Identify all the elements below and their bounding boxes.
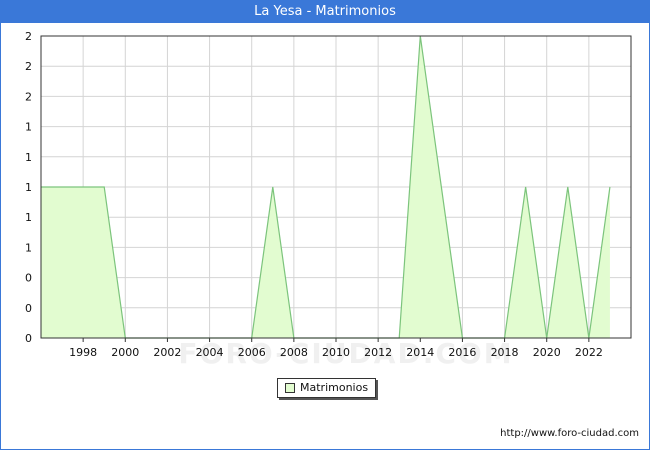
x-tick-label: 2016 [448, 346, 476, 359]
x-tick-label: 1998 [69, 346, 97, 359]
y-tick-label: 1 [25, 211, 32, 224]
x-tick-label: 2018 [491, 346, 519, 359]
x-tick-label: 2000 [111, 346, 139, 359]
x-tick-label: 2020 [533, 346, 561, 359]
data-point [440, 186, 443, 189]
data-point [61, 186, 64, 189]
data-point [103, 186, 106, 189]
x-tick-label: 2022 [575, 346, 603, 359]
chart-window: La Yesa - Matrimonios FORO-CIUDAD.COM 0 0 0… [0, 0, 650, 450]
x-tick-label: 2002 [153, 346, 181, 359]
y-tick-label: 0 [25, 272, 32, 285]
data-point [566, 186, 569, 189]
legend-swatch [285, 383, 295, 393]
y-tick-label: 1 [25, 121, 32, 134]
data-point [524, 186, 527, 189]
y-tick-label: 0 [25, 332, 32, 345]
y-tick-label: 1 [25, 241, 32, 254]
x-tick-label: 2012 [364, 346, 392, 359]
data-point [608, 186, 611, 189]
y-tick-label: 0 [25, 302, 32, 315]
y-tick-label: 1 [25, 181, 32, 194]
data-point [271, 186, 274, 189]
x-tick-label: 2006 [238, 346, 266, 359]
y-tick-label: 1 [25, 151, 32, 164]
x-tick-label: 2008 [280, 346, 308, 359]
x-tick-label: 2004 [196, 346, 224, 359]
legend-label: Matrimonios [300, 381, 369, 394]
x-tick-label: 2014 [406, 346, 434, 359]
y-tick-label: 2 [25, 90, 32, 103]
data-point [82, 186, 85, 189]
legend: Matrimonios [277, 378, 376, 398]
source-link[interactable]: http://www.foro-ciudad.com [500, 428, 639, 439]
y-tick-label: 2 [25, 60, 32, 73]
x-tick-label: 2010 [322, 346, 350, 359]
y-tick-label: 2 [25, 30, 32, 43]
